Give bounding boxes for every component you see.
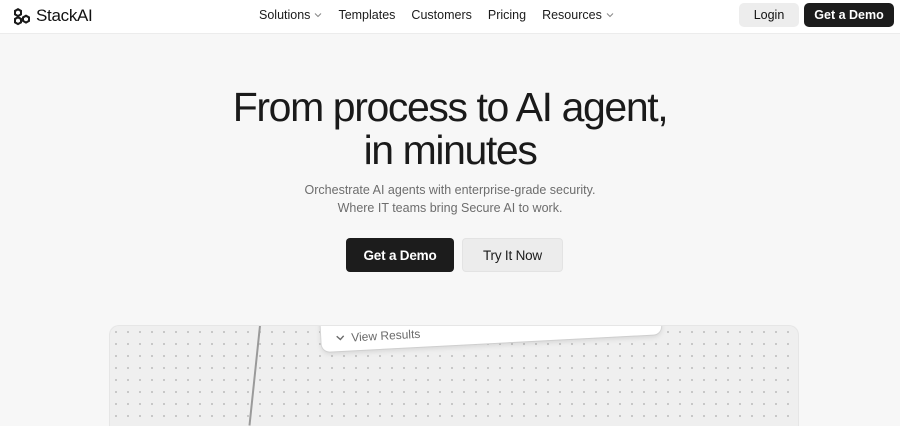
nav-pricing[interactable]: Pricing <box>488 8 526 22</box>
hero-title: From process to AI agent, in minutes <box>0 86 900 172</box>
brand-name: StackAI <box>36 6 93 25</box>
hero-subtitle-line-2: Where IT teams bring Secure AI to work. <box>337 201 563 215</box>
top-navbar: StackAI Solutions Templates Customers Pr… <box>0 0 900 34</box>
view-results-toggle[interactable]: View Results <box>335 327 421 345</box>
login-button[interactable]: Login <box>739 3 799 27</box>
nav-pricing-label: Pricing <box>487 8 527 22</box>
main-nav: Solutions Templates Customers Pricing Re… <box>259 0 614 30</box>
nav-solutions-label: Solutions <box>259 8 311 22</box>
nav-templates[interactable]: Templates <box>338 8 395 22</box>
stackai-logo-icon <box>14 8 30 26</box>
view-results-label: View Results <box>350 326 421 345</box>
product-preview: View Results <box>110 326 798 426</box>
nav-solutions[interactable]: Solutions <box>259 8 322 22</box>
nav-resources-label: Resources <box>542 8 602 22</box>
nav-templates-label: Templates <box>338 8 396 22</box>
chevron-down-icon <box>336 335 345 341</box>
get-demo-button[interactable]: Get a Demo <box>346 238 454 272</box>
chevron-down-icon <box>606 13 614 18</box>
try-it-now-button[interactable]: Try It Now <box>462 238 563 272</box>
hero-title-line-1: From process to AI agent, <box>232 84 669 130</box>
hero-subtitle: Orchestrate AI agents with enterprise-gr… <box>0 181 900 217</box>
results-card: View Results <box>319 326 662 352</box>
nav-customers-label: Customers <box>411 8 472 22</box>
hero-title-line-2: in minutes <box>363 127 538 173</box>
stackai-logo[interactable]: StackAI <box>12 6 93 26</box>
get-demo-nav-button[interactable]: Get a Demo <box>804 3 894 27</box>
hero-subtitle-line-1: Orchestrate AI agents with enterprise-gr… <box>304 183 596 197</box>
nav-resources[interactable]: Resources <box>542 8 614 22</box>
nav-customers[interactable]: Customers <box>411 8 471 22</box>
connector-line <box>248 326 262 426</box>
chevron-down-icon <box>315 13 322 18</box>
